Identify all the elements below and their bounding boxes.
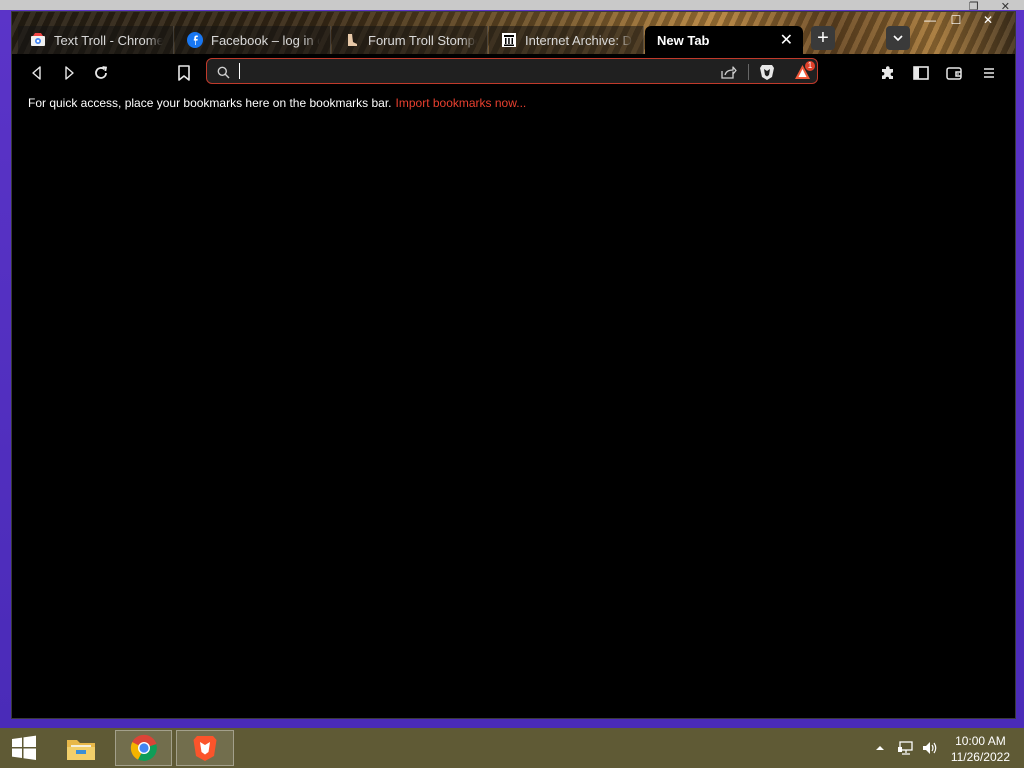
rewards-badge: 1 [805, 61, 815, 71]
tab-strip: Text Troll - Chrome Web Store Facebook –… [12, 12, 1015, 54]
troll-stomper-icon [344, 32, 360, 48]
tab-new-tab[interactable]: New Tab ✕ [645, 26, 803, 54]
sidebar-button[interactable] [909, 61, 933, 85]
internet-archive-icon [501, 32, 517, 48]
tab-facebook[interactable]: Facebook – log in or sign up [175, 26, 331, 54]
tab-label: Forum Troll Stomper Shop [368, 32, 477, 48]
tab-forum-troll-stomper[interactable]: Forum Troll Stomper Shop [332, 26, 488, 54]
address-input[interactable] [237, 61, 711, 83]
tab-label: Internet Archive: Digital Library [525, 32, 633, 48]
maximize-button[interactable]: ☐ [941, 12, 971, 28]
speaker-icon [923, 742, 937, 754]
forward-arrow-icon [65, 66, 74, 80]
tab-internet-archive[interactable]: Internet Archive: Digital Library [489, 26, 644, 54]
chevron-up-icon [876, 746, 884, 750]
search-icon [213, 62, 233, 82]
bookmarks-bar-message: For quick access, place your bookmarks h… [28, 96, 392, 110]
tab-label: New Tab [657, 32, 710, 48]
taskbar: 10:00 AM 11/26/2022 [0, 728, 1024, 768]
share-icon[interactable] [719, 62, 739, 82]
hamburger-menu-icon [984, 68, 994, 78]
puzzle-piece-icon [882, 66, 893, 79]
network-icon [898, 741, 913, 755]
file-explorer-icon [67, 740, 95, 760]
file-explorer-taskbar-button[interactable] [58, 730, 104, 766]
menu-button[interactable] [977, 61, 1001, 85]
back-button[interactable] [25, 61, 49, 85]
close-window-button[interactable]: ✕ [973, 12, 1003, 28]
chevron-down-icon [893, 35, 903, 42]
brave-taskbar-button[interactable] [176, 730, 234, 766]
start-button[interactable] [6, 730, 42, 766]
toolbar: 1 [12, 54, 1015, 90]
show-hidden-icons-button[interactable] [875, 728, 885, 768]
brave-icon [193, 736, 217, 761]
clock-time: 10:00 AM [955, 734, 1006, 748]
extensions-button[interactable] [876, 61, 900, 85]
chrome-web-store-icon [30, 32, 46, 48]
volume-button[interactable] [921, 728, 939, 768]
taskbar-clock[interactable]: 10:00 AM 11/26/2022 [951, 733, 1010, 765]
divider [748, 64, 749, 80]
tab-text-troll[interactable]: Text Troll - Chrome Web Store [18, 26, 174, 54]
tab-label: Text Troll - Chrome Web Store [54, 32, 163, 48]
bookmark-button[interactable] [172, 61, 196, 85]
new-tab-button[interactable]: + [811, 26, 835, 50]
chrome-icon [130, 734, 157, 762]
tab-close-icon[interactable]: ✕ [780, 30, 793, 50]
facebook-icon [187, 32, 203, 48]
forward-button[interactable] [57, 61, 81, 85]
reload-icon [95, 66, 108, 79]
tab-search-button[interactable] [886, 26, 910, 50]
bookmarks-bar: For quick access, place your bookmarks h… [28, 96, 526, 110]
tab-label: Facebook – log in or sign up [211, 32, 320, 48]
chrome-taskbar-button[interactable] [115, 730, 172, 766]
back-arrow-icon [32, 66, 41, 80]
clock-date: 11/26/2022 [950, 750, 1010, 764]
text-cursor [239, 63, 240, 79]
windows-start-icon [12, 735, 36, 760]
address-bar[interactable]: 1 [206, 58, 818, 84]
sidebar-icon [913, 66, 929, 80]
bookmark-icon [178, 65, 190, 81]
network-button[interactable] [897, 728, 915, 768]
reload-button[interactable] [89, 61, 113, 85]
wallet-icon [945, 67, 962, 80]
import-bookmarks-link[interactable]: Import bookmarks now... [396, 96, 527, 110]
browser-window: Text Troll - Chrome Web Store Facebook –… [11, 11, 1016, 719]
wallet-button[interactable] [942, 61, 966, 85]
brave-shields-icon[interactable] [757, 62, 777, 82]
